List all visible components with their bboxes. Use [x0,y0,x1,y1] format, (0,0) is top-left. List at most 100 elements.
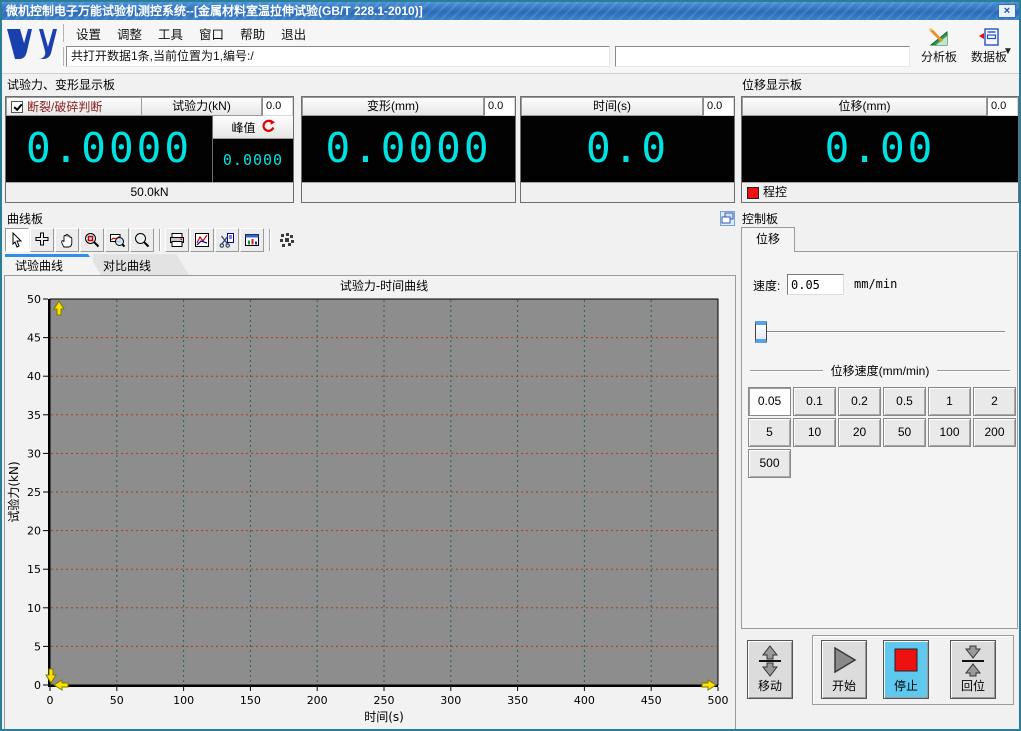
data-board-icon [964,24,1014,48]
hand-pan-icon [59,232,75,248]
speed-preset-100[interactable]: 100 [928,418,971,447]
settings-grid-button[interactable] [275,228,299,252]
x-tick-label: 500 [708,694,729,707]
analysis-board-button[interactable]: 分析板 [914,24,964,68]
y-tick-label: 0 [34,679,41,692]
zoom-curve-button[interactable] [105,228,129,252]
break-judge-cell: 断裂/破碎判断 [6,97,142,116]
tab-test-curve[interactable]: 试验曲线 [5,254,101,275]
speed-preset-0.2[interactable]: 0.2 [838,387,881,416]
speed-preset-50[interactable]: 50 [883,418,926,447]
cursor-tool-button[interactable] [5,228,29,252]
chart-frame: 试验力-时间曲线05010015020025030035040045050005… [4,275,736,730]
y-tick-label: 45 [27,332,41,345]
speed-preset-0.1[interactable]: 0.1 [793,387,836,416]
deform-value-display: 0.0000 [302,116,515,182]
home-button[interactable]: 回位 [950,640,996,699]
break-judge-checkbox[interactable] [11,101,23,113]
speed-preset-20[interactable]: 20 [838,418,881,447]
slider-track[interactable] [755,331,1005,333]
menu-item-tools[interactable]: 工具 [150,22,191,45]
brand-logo [5,23,57,69]
deform-header-value: 0.0 [484,97,515,116]
force-value-display: 0.0000 [6,116,212,182]
time-header-value: 0.0 [703,97,734,116]
toolbar-overflow-dropdown[interactable]: ▼ [1003,46,1013,57]
speed-preset-500[interactable]: 500 [748,449,791,478]
menu-item-settings[interactable]: 设置 [68,22,109,45]
slider-thumb[interactable] [755,321,767,343]
speed-preset-5[interactable]: 5 [748,418,791,447]
x-tick-label: 150 [240,694,261,707]
speed-input[interactable] [787,274,844,295]
displacement-panel-title: 位移显示板 [742,76,802,93]
home-label: 回位 [961,679,985,693]
chart-plot-area[interactable]: 试验力-时间曲线05010015020025030035040045050005… [6,277,734,731]
window-title: 微机控制电子万能试验机测控系统--[金属材料室温拉伸试验(GB/T 228.1-… [6,4,423,18]
zoom-region-button[interactable] [80,228,104,252]
float-window-icon[interactable] [720,211,735,226]
break-judge-label: 断裂/破碎判断 [27,98,102,115]
start-button[interactable]: 开始 [821,640,867,699]
x-tick-label: 300 [440,694,461,707]
menu-item-exit[interactable]: 退出 [273,22,314,45]
move-label: 移动 [758,679,782,693]
start-label: 开始 [832,679,856,693]
speed-preset-1[interactable]: 1 [928,387,971,416]
analysis-board-icon [914,24,964,48]
y-tick-label: 10 [27,602,41,615]
y-tick-label: 5 [34,640,41,653]
peak-value-display: 0.0000 [213,139,293,182]
control-panel-title: 控制板 [742,210,778,227]
move-button[interactable]: 移动 [747,640,793,699]
start-icon [822,641,866,677]
stop-button[interactable]: 停止 [883,640,929,699]
tab-displacement-label: 位移 [756,232,780,246]
speed-slider[interactable] [755,321,1005,343]
zoom-region-icon [84,232,100,248]
speed-preset-2[interactable]: 2 [973,387,1016,416]
y-tick-label: 30 [27,447,41,460]
force-range-label: 50.0kN [6,182,293,202]
status-text-box: 共打开数据1条,当前位置为1,编号:/ [66,46,610,67]
mode-row: 程控 [742,182,1018,202]
tab-displacement[interactable]: 位移 [741,227,795,252]
x-tick-label: 350 [507,694,528,707]
pan-tool-button[interactable] [55,228,79,252]
close-icon: × [1004,5,1010,17]
y-tick-label: 15 [27,563,41,576]
crosshair-icon [34,232,50,248]
force-deform-display-panel: 试验力、变形显示板 断裂/破碎判断 试验力(kN) 0.0 0.0000 峰值 [4,76,736,208]
y-axis-label: 试验力(kN) [6,461,21,522]
speed-preset-10[interactable]: 10 [793,418,836,447]
close-button[interactable]: × [998,4,1016,18]
force-time-chart: 试验力-时间曲线05010015020025030035040045050005… [6,277,734,729]
menu-item-adjust[interactable]: 调整 [109,22,150,45]
curve-style-button[interactable] [190,228,214,252]
peak-row: 峰值 [213,116,293,139]
top-chrome: 设置调整工具窗口帮助退出 共打开数据1条,当前位置为1,编号:/ 分析板 [2,20,1019,74]
speed-preset-0.05[interactable]: 0.05 [748,387,791,416]
y-tick-label: 40 [27,370,41,383]
app-window: 微机控制电子万能试验机测控系统--[金属材料室温拉伸试验(GB/T 228.1-… [0,0,1021,731]
y-tick-label: 20 [27,525,41,538]
menu-item-window[interactable]: 窗口 [191,22,232,45]
peak-reset-icon[interactable] [261,119,275,136]
x-tick-label: 450 [641,694,662,707]
speed-preset-0.5[interactable]: 0.5 [883,387,926,416]
magnifier-button[interactable] [130,228,154,252]
data-monitor-button[interactable] [240,228,264,252]
curve-panel: 曲线板 [4,210,736,731]
menu-item-help[interactable]: 帮助 [232,22,273,45]
scissors-page-icon [219,232,235,248]
print-button[interactable] [165,228,189,252]
tab-compare-curve[interactable]: 对比曲线 [93,254,189,275]
speed-preset-200[interactable]: 200 [973,418,1016,447]
deform-footer [302,182,515,202]
snip-export-button[interactable] [215,228,239,252]
y-tick-label: 50 [27,293,41,306]
deform-display-box: 变形(mm) 0.0 0.0000 [301,96,516,203]
curve-style-icon [194,232,210,248]
crosshair-tool-button[interactable] [30,228,54,252]
toolbar-separator [269,229,271,251]
